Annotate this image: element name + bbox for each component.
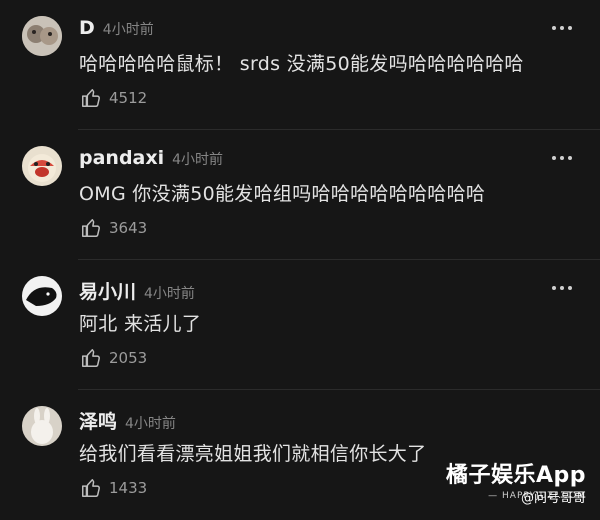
like-count: 1433 — [109, 479, 148, 497]
more-options-icon[interactable] — [552, 156, 572, 160]
like-button[interactable]: 3643 — [80, 217, 147, 239]
avatar[interactable] — [22, 406, 62, 446]
username-text[interactable]: 泽鸣 — [79, 411, 117, 433]
thumbs-up-icon — [82, 479, 100, 497]
avatar[interactable] — [22, 146, 62, 186]
comment-item: D 4小时前 哈哈哈哈哈鼠标！ srds 没满50能发吗哈哈哈哈哈哈 4512 — [0, 0, 600, 130]
username[interactable]: 泽鸣 4小时前 — [79, 407, 176, 434]
timestamp: 4小时前 — [144, 286, 195, 302]
avatar[interactable] — [22, 16, 62, 56]
like-count: 2053 — [109, 349, 148, 367]
like-button[interactable]: 4512 — [80, 87, 147, 109]
more-options-icon[interactable] — [552, 26, 572, 30]
comment-item: pandaxi 4小时前 OMG 你没满50能发哈组吗哈哈哈哈哈哈哈哈哈 3643 — [0, 130, 600, 260]
thumbs-up-icon — [82, 89, 100, 107]
like-button[interactable]: 1433 — [80, 477, 147, 499]
comment-text: 阿北 来活儿了 — [79, 313, 202, 335]
username-text[interactable]: D — [79, 17, 95, 39]
like-count: 4512 — [109, 89, 148, 107]
avatar[interactable] — [22, 276, 62, 316]
thumbs-up-icon — [82, 219, 100, 237]
timestamp: 4小时前 — [172, 152, 224, 168]
comment-text: 给我们看看漂亮姐姐我们就相信你长大了 — [79, 443, 427, 465]
username[interactable]: 易小川 4小时前 — [79, 277, 195, 304]
username-text[interactable]: pandaxi — [79, 147, 164, 169]
watermark-app-name: 橘子娱乐App — [445, 463, 586, 488]
timestamp: 4小时前 — [125, 416, 176, 432]
comment-item: 易小川 4小时前 阿北 来活儿了 2053 — [0, 260, 600, 390]
comment-text: OMG 你没满50能发哈组吗哈哈哈哈哈哈哈哈哈 — [79, 183, 486, 205]
watermark: 橘子娱乐App — HAPPYJUZI.COM @问号哥哥 — [445, 457, 586, 506]
username[interactable]: D 4小时前 — [79, 17, 154, 39]
username-text[interactable]: 易小川 — [79, 281, 136, 303]
timestamp: 4小时前 — [102, 22, 154, 38]
watermark-weibo-handle: @问号哥哥 — [520, 491, 586, 506]
comment-text: 哈哈哈哈哈鼠标！ srds 没满50能发吗哈哈哈哈哈哈 — [79, 53, 524, 75]
more-options-icon[interactable] — [552, 286, 572, 290]
like-button[interactable]: 2053 — [80, 347, 147, 369]
username[interactable]: pandaxi 4小时前 — [79, 147, 223, 169]
thumbs-up-icon — [82, 349, 100, 367]
like-count: 3643 — [109, 219, 148, 237]
